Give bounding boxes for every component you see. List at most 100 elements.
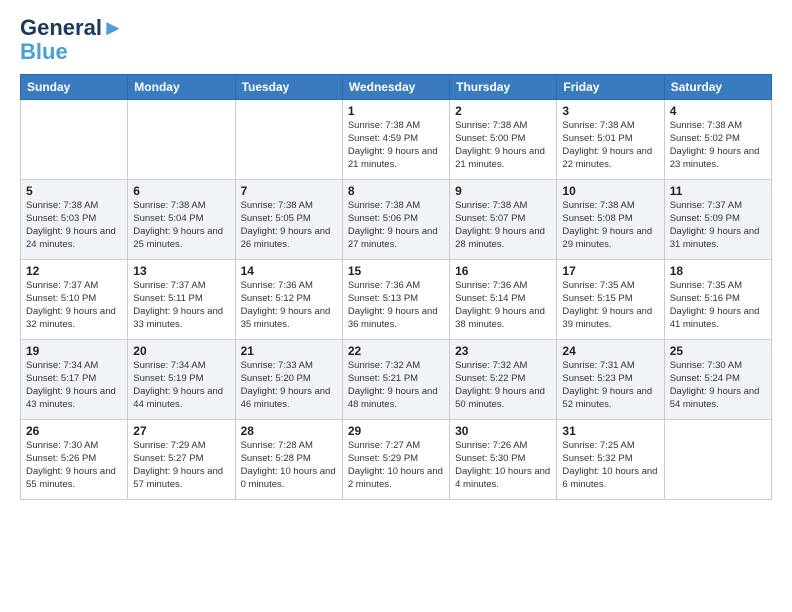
day-number: 5 xyxy=(26,184,122,198)
day-info: Sunrise: 7:31 AM Sunset: 5:23 PM Dayligh… xyxy=(562,360,658,411)
day-info: Sunrise: 7:27 AM Sunset: 5:29 PM Dayligh… xyxy=(348,440,444,491)
day-cell: 25Sunrise: 7:30 AM Sunset: 5:24 PM Dayli… xyxy=(664,340,771,420)
day-info: Sunrise: 7:33 AM Sunset: 5:20 PM Dayligh… xyxy=(241,360,337,411)
week-row-0: 1Sunrise: 7:38 AM Sunset: 4:59 PM Daylig… xyxy=(21,100,772,180)
day-cell: 3 Sunrise: 7:38 AM Sunset: 5:01 PM Daylig… xyxy=(557,100,664,180)
day-number: 20 xyxy=(133,344,229,358)
weekday-tuesday: Tuesday xyxy=(235,75,342,100)
day-cell: 27Sunrise: 7:29 AM Sunset: 5:27 PM Dayli… xyxy=(128,420,235,500)
weekday-header-row: SundayMondayTuesdayWednesdayThursdayFrid… xyxy=(21,75,772,100)
weekday-wednesday: Wednesday xyxy=(342,75,449,100)
day-info: Sunrise: 7:38 AM Sunset: 5:03 PM Dayligh… xyxy=(26,200,122,251)
calendar-table: SundayMondayTuesdayWednesdayThursdayFrid… xyxy=(20,74,772,500)
day-info: Sunrise: 7:26 AM Sunset: 5:30 PM Dayligh… xyxy=(455,440,551,491)
day-number: 15 xyxy=(348,264,444,278)
weekday-thursday: Thursday xyxy=(450,75,557,100)
day-cell: 4 Sunrise: 7:38 AM Sunset: 5:02 PM Daylig… xyxy=(664,100,771,180)
day-cell: 26Sunrise: 7:30 AM Sunset: 5:26 PM Dayli… xyxy=(21,420,128,500)
week-row-2: 12 Sunrise: 7:37 AM Sunset: 5:10 PM Dayli… xyxy=(21,260,772,340)
day-cell: 21Sunrise: 7:33 AM Sunset: 5:20 PM Dayli… xyxy=(235,340,342,420)
day-number: 2 xyxy=(455,104,551,118)
day-cell: 20Sunrise: 7:34 AM Sunset: 5:19 PM Dayli… xyxy=(128,340,235,420)
day-cell xyxy=(235,100,342,180)
day-cell: 1Sunrise: 7:38 AM Sunset: 4:59 PM Daylig… xyxy=(342,100,449,180)
day-cell: 2 Sunrise: 7:38 AM Sunset: 5:00 PM Daylig… xyxy=(450,100,557,180)
day-cell xyxy=(21,100,128,180)
day-cell: 16 Sunrise: 7:36 AM Sunset: 5:14 PM Dayli… xyxy=(450,260,557,340)
week-row-1: 5 Sunrise: 7:38 AM Sunset: 5:03 PM Daylig… xyxy=(21,180,772,260)
day-number: 16 xyxy=(455,264,551,278)
day-number: 24 xyxy=(562,344,658,358)
week-row-3: 19 Sunrise: 7:34 AM Sunset: 5:17 PM Dayli… xyxy=(21,340,772,420)
logo: General► Blue xyxy=(20,16,124,64)
day-cell: 11Sunrise: 7:37 AM Sunset: 5:09 PM Dayli… xyxy=(664,180,771,260)
day-info: Sunrise: 7:36 AM Sunset: 5:13 PM Dayligh… xyxy=(348,280,444,331)
day-number: 18 xyxy=(670,264,766,278)
day-number: 10 xyxy=(562,184,658,198)
day-number: 28 xyxy=(241,424,337,438)
weekday-sunday: Sunday xyxy=(21,75,128,100)
day-info: Sunrise: 7:38 AM Sunset: 5:00 PM Dayligh… xyxy=(455,120,551,171)
header: General► Blue xyxy=(20,16,772,64)
day-number: 19 xyxy=(26,344,122,358)
day-number: 8 xyxy=(348,184,444,198)
day-cell: 24 Sunrise: 7:31 AM Sunset: 5:23 PM Dayli… xyxy=(557,340,664,420)
day-number: 6 xyxy=(133,184,229,198)
day-info: Sunrise: 7:35 AM Sunset: 5:16 PM Dayligh… xyxy=(670,280,766,331)
day-cell: 13 Sunrise: 7:37 AM Sunset: 5:11 PM Dayli… xyxy=(128,260,235,340)
day-info: Sunrise: 7:38 AM Sunset: 5:01 PM Dayligh… xyxy=(562,120,658,171)
day-info: Sunrise: 7:36 AM Sunset: 5:12 PM Dayligh… xyxy=(241,280,337,331)
day-cell: 28 Sunrise: 7:28 AM Sunset: 5:28 PM Dayli… xyxy=(235,420,342,500)
day-info: Sunrise: 7:38 AM Sunset: 5:02 PM Dayligh… xyxy=(670,120,766,171)
day-info: Sunrise: 7:36 AM Sunset: 5:14 PM Dayligh… xyxy=(455,280,551,331)
day-number: 13 xyxy=(133,264,229,278)
day-cell: 6 Sunrise: 7:38 AM Sunset: 5:04 PM Daylig… xyxy=(128,180,235,260)
day-number: 26 xyxy=(26,424,122,438)
day-number: 12 xyxy=(26,264,122,278)
day-info: Sunrise: 7:37 AM Sunset: 5:11 PM Dayligh… xyxy=(133,280,229,331)
day-number: 30 xyxy=(455,424,551,438)
day-info: Sunrise: 7:30 AM Sunset: 5:24 PM Dayligh… xyxy=(670,360,766,411)
day-info: Sunrise: 7:38 AM Sunset: 5:06 PM Dayligh… xyxy=(348,200,444,251)
day-cell: 8 Sunrise: 7:38 AM Sunset: 5:06 PM Daylig… xyxy=(342,180,449,260)
weekday-monday: Monday xyxy=(128,75,235,100)
day-info: Sunrise: 7:34 AM Sunset: 5:17 PM Dayligh… xyxy=(26,360,122,411)
logo-subtext: Blue xyxy=(20,40,124,64)
day-cell: 12 Sunrise: 7:37 AM Sunset: 5:10 PM Dayli… xyxy=(21,260,128,340)
day-number: 14 xyxy=(241,264,337,278)
day-number: 23 xyxy=(455,344,551,358)
weekday-saturday: Saturday xyxy=(664,75,771,100)
day-cell xyxy=(664,420,771,500)
day-cell: 7Sunrise: 7:38 AM Sunset: 5:05 PM Daylig… xyxy=(235,180,342,260)
day-number: 27 xyxy=(133,424,229,438)
day-info: Sunrise: 7:25 AM Sunset: 5:32 PM Dayligh… xyxy=(562,440,658,491)
day-info: Sunrise: 7:38 AM Sunset: 5:05 PM Dayligh… xyxy=(241,200,337,251)
day-info: Sunrise: 7:32 AM Sunset: 5:21 PM Dayligh… xyxy=(348,360,444,411)
day-info: Sunrise: 7:38 AM Sunset: 4:59 PM Dayligh… xyxy=(348,120,444,171)
day-info: Sunrise: 7:38 AM Sunset: 5:04 PM Dayligh… xyxy=(133,200,229,251)
day-cell: 30 Sunrise: 7:26 AM Sunset: 5:30 PM Dayli… xyxy=(450,420,557,500)
day-cell: 29 Sunrise: 7:27 AM Sunset: 5:29 PM Dayli… xyxy=(342,420,449,500)
day-cell: 5 Sunrise: 7:38 AM Sunset: 5:03 PM Daylig… xyxy=(21,180,128,260)
day-info: Sunrise: 7:37 AM Sunset: 5:10 PM Dayligh… xyxy=(26,280,122,331)
day-info: Sunrise: 7:32 AM Sunset: 5:22 PM Dayligh… xyxy=(455,360,551,411)
day-number: 9 xyxy=(455,184,551,198)
day-number: 31 xyxy=(562,424,658,438)
day-info: Sunrise: 7:28 AM Sunset: 5:28 PM Dayligh… xyxy=(241,440,337,491)
day-number: 22 xyxy=(348,344,444,358)
day-info: Sunrise: 7:35 AM Sunset: 5:15 PM Dayligh… xyxy=(562,280,658,331)
day-cell: 17 Sunrise: 7:35 AM Sunset: 5:15 PM Dayli… xyxy=(557,260,664,340)
logo-text: General► xyxy=(20,16,124,40)
day-number: 29 xyxy=(348,424,444,438)
day-info: Sunrise: 7:38 AM Sunset: 5:08 PM Dayligh… xyxy=(562,200,658,251)
day-number: 3 xyxy=(562,104,658,118)
day-cell: 9Sunrise: 7:38 AM Sunset: 5:07 PM Daylig… xyxy=(450,180,557,260)
day-cell: 23 Sunrise: 7:32 AM Sunset: 5:22 PM Dayli… xyxy=(450,340,557,420)
day-number: 4 xyxy=(670,104,766,118)
calendar-page: General► Blue SundayMondayTuesdayWednesd… xyxy=(0,0,792,516)
day-cell: 10 Sunrise: 7:38 AM Sunset: 5:08 PM Dayli… xyxy=(557,180,664,260)
day-cell: 22 Sunrise: 7:32 AM Sunset: 5:21 PM Dayli… xyxy=(342,340,449,420)
day-number: 17 xyxy=(562,264,658,278)
day-info: Sunrise: 7:37 AM Sunset: 5:09 PM Dayligh… xyxy=(670,200,766,251)
day-cell: 15 Sunrise: 7:36 AM Sunset: 5:13 PM Dayli… xyxy=(342,260,449,340)
